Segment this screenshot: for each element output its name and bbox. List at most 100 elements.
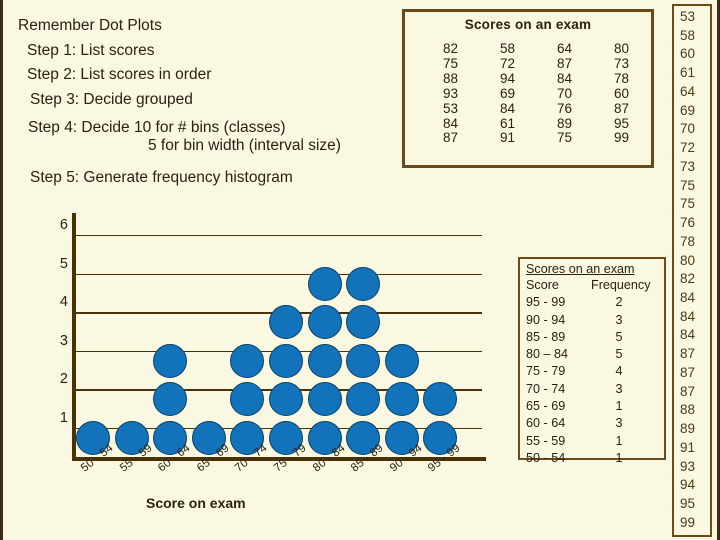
score-cell: 91 xyxy=(499,130,515,146)
y-axis-tick-label: 4 xyxy=(59,294,68,311)
score-cell: 60 xyxy=(613,85,629,101)
frequency-row-count: 1 xyxy=(615,450,623,465)
sorted-score-value: 89 xyxy=(680,421,696,437)
score-cell: 84 xyxy=(499,100,515,116)
score-cell: 76 xyxy=(556,100,572,116)
frequency-row: 50 - 54 1 xyxy=(526,450,664,467)
score-cell: 61 xyxy=(499,115,515,131)
frequency-row: 55 - 59 1 xyxy=(526,433,664,450)
sorted-score-value: 87 xyxy=(680,383,696,399)
sorted-score-value: 72 xyxy=(680,140,696,156)
score-cell: 64 xyxy=(556,41,572,56)
data-dot xyxy=(384,343,419,378)
data-dot xyxy=(423,382,458,417)
sorted-score-value: 84 xyxy=(680,290,696,306)
frequency-row: 80 – 84 5 xyxy=(526,346,664,363)
score-cell: 73 xyxy=(613,55,629,71)
frequency-row-score: 75 - 79 xyxy=(526,364,566,379)
sorted-score-value: 73 xyxy=(680,158,696,174)
sorted-score-value: 87 xyxy=(680,346,696,362)
score-cell: 69 xyxy=(499,85,515,101)
scores-table: Scores on an exam 82 58 64 80 75 72 87 73 88 94 84… xyxy=(402,9,654,168)
frequency-table-body: 95 - 99 2 90 - 94 3 85 - 89 5 80 – 84 5 75 - 79 4… xyxy=(526,294,664,467)
data-dot xyxy=(153,343,188,378)
sorted-score-value: 53 xyxy=(680,9,696,24)
gridline xyxy=(76,234,482,237)
score-cell: 75 xyxy=(442,55,458,71)
score-cell: 75 xyxy=(556,130,572,146)
sorted-score-value: 93 xyxy=(680,458,696,474)
y-axis-tick-label: 3 xyxy=(59,332,68,349)
data-dot xyxy=(384,382,419,417)
data-dot xyxy=(153,382,188,417)
frequency-row-count: 3 xyxy=(615,312,623,327)
y-axis-tick-label: 5 xyxy=(59,255,68,272)
sorted-score-value: 80 xyxy=(680,252,696,268)
frequency-header-score: Score xyxy=(526,278,559,292)
sorted-score-value: 99 xyxy=(680,514,696,530)
data-dot xyxy=(346,382,381,417)
data-dot xyxy=(307,305,342,340)
frequency-row-count: 1 xyxy=(615,433,623,448)
scores-table-title: Scores on an exam xyxy=(464,17,592,32)
frequency-row-score: 65 - 69 xyxy=(526,399,566,414)
left-edge-stripe xyxy=(0,0,3,540)
sorted-scores-column: 53 58 60 61 64 69 70 72 73 75 75 76 78 80 82 84 84 84 87 87… xyxy=(672,4,712,537)
score-cell: 53 xyxy=(442,100,458,116)
data-dot xyxy=(269,305,303,340)
frequency-row-score: 95 - 99 xyxy=(526,295,566,310)
x-axis-label: Score on exam xyxy=(146,495,246,511)
frequency-row: 65 - 69 1 xyxy=(526,398,664,415)
score-cell: 94 xyxy=(499,70,515,86)
data-dot xyxy=(307,343,342,378)
score-cell: 95 xyxy=(613,115,629,131)
frequency-row-count: 5 xyxy=(615,347,623,362)
step-1: Step 1: List scores xyxy=(27,41,155,59)
frequency-row: 90 - 94 3 xyxy=(526,312,664,329)
sorted-score-value: 61 xyxy=(680,65,696,81)
frequency-row-score: 90 - 94 xyxy=(526,312,566,327)
frequency-row-count: 2 xyxy=(615,295,623,310)
sorted-score-value: 78 xyxy=(680,233,696,249)
frequency-row-count: 5 xyxy=(615,329,623,344)
score-cell: 72 xyxy=(499,55,515,71)
steps-heading: Remember Dot Plots xyxy=(18,17,162,34)
sorted-score-value: 84 xyxy=(680,308,696,324)
score-cell: 87 xyxy=(442,130,458,146)
frequency-row: 70 - 74 3 xyxy=(526,381,664,398)
sorted-score-value: 76 xyxy=(680,215,696,231)
frequency-table: Scores on an exam Score Frequency 95 - 9… xyxy=(518,257,666,465)
scores-table-grid: 82 58 64 80 75 72 87 73 88 94 84 78 93 69 70 60 53 84 76 87… xyxy=(405,41,651,146)
step-2: Step 2: List scores in order xyxy=(27,66,212,83)
frequency-row: 60 - 64 3 xyxy=(526,415,664,432)
score-cell: 84 xyxy=(556,70,572,86)
score-cell: 78 xyxy=(613,70,629,86)
sorted-score-value: 91 xyxy=(680,439,696,455)
data-dot xyxy=(307,266,342,301)
sorted-score-value: 88 xyxy=(680,402,696,418)
dot-plot-chart: 123456 50 - 54 55 - 59 60 - 64 65 - 69 70 - … xyxy=(36,205,486,515)
frequency-row-score: 85 - 89 xyxy=(526,329,566,344)
frequency-row-count: 3 xyxy=(615,416,623,431)
score-cell: 80 xyxy=(613,41,629,56)
sorted-score-value: 75 xyxy=(680,177,696,193)
frequency-table-header: Score Frequency xyxy=(526,277,664,294)
steps-list: Remember Dot Plots Step 1: List scores S… xyxy=(18,18,398,195)
frequency-row: 95 - 99 2 xyxy=(526,294,664,311)
data-dot xyxy=(269,343,303,378)
step-4: Step 4: Decide 10 for # bins (classes) xyxy=(28,119,286,136)
frequency-row-count: 4 xyxy=(615,364,623,379)
sorted-score-value: 87 xyxy=(680,364,696,380)
score-cell: 89 xyxy=(556,115,572,131)
frequency-row-count: 3 xyxy=(615,381,623,396)
frequency-row-score: 50 - 54 xyxy=(526,450,566,465)
frequency-row: 85 - 89 5 xyxy=(526,329,664,346)
frequency-row-score: 80 – 84 xyxy=(526,347,569,362)
score-cell: 88 xyxy=(442,70,458,86)
data-dot xyxy=(230,343,265,378)
score-cell: 87 xyxy=(613,100,629,116)
y-axis-tick-label: 6 xyxy=(59,216,68,233)
score-cell: 82 xyxy=(442,41,458,56)
sorted-score-value: 82 xyxy=(680,271,696,287)
sorted-score-value: 95 xyxy=(680,496,696,512)
